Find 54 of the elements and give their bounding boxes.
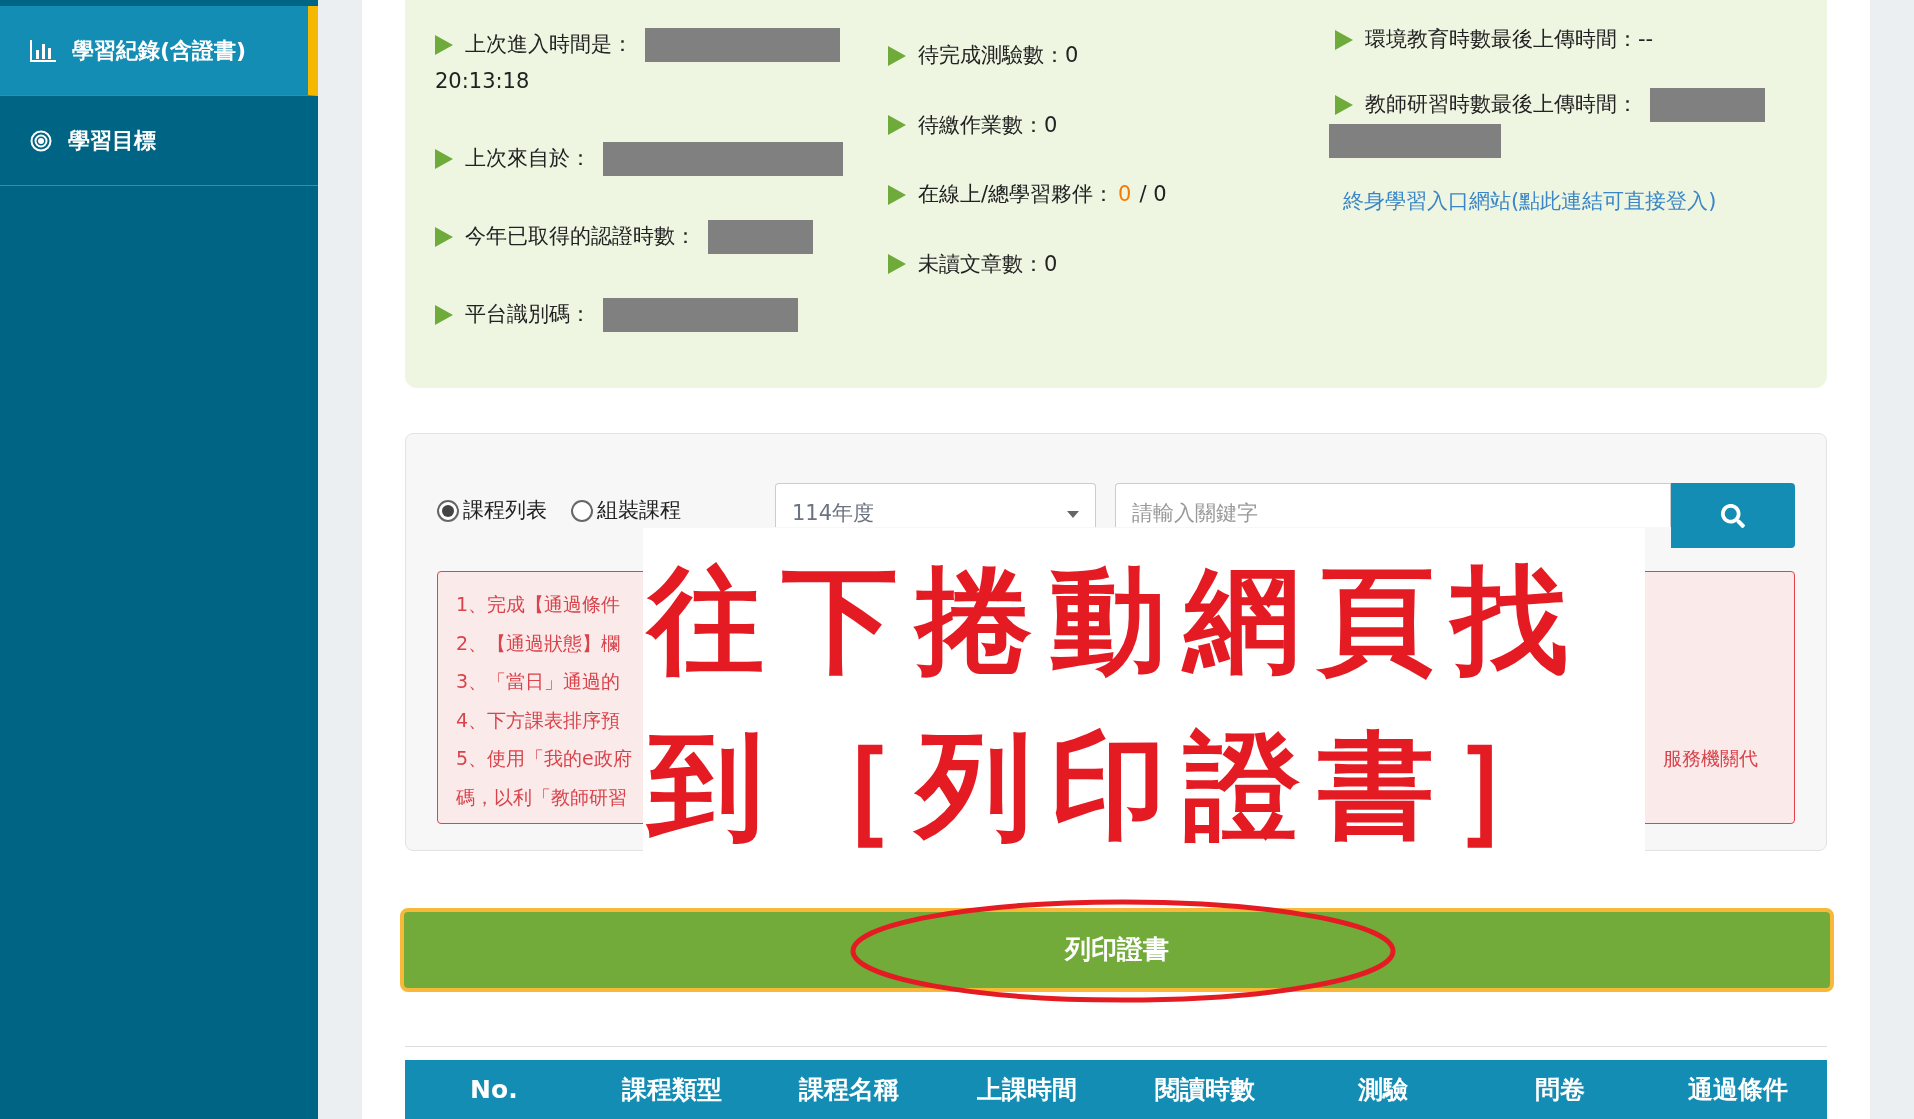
sidebar-item[interactable]: 學習紀錄(含證書) [0, 6, 318, 96]
notice-line: 碼，以利「教師研習 [456, 784, 627, 810]
annotation-text: 到［列印證書］ [648, 716, 1586, 856]
notice-line: 1、完成【通過條件 [456, 592, 621, 618]
triangle-bullet-icon [888, 184, 906, 205]
info-label: 平台識別碼： [465, 300, 591, 328]
notice-line: 服務機關代 [1663, 746, 1758, 772]
notice-line: 5、使用「我的e政府 [456, 746, 632, 772]
triangle-bullet-icon [888, 45, 906, 66]
notice-line: 3、「當日」通過的 [456, 669, 621, 695]
info-label: 教師研習時數最後上傳時間： [1365, 90, 1638, 118]
search-field[interactable]: 請輸入關鍵字 [1115, 483, 1671, 528]
info-label: 待繳作業數：0 [918, 111, 1058, 139]
info-label: 上次來自於： [465, 144, 591, 172]
triangle-bullet-icon [888, 115, 906, 136]
notice-line: 2、【通過狀態】欄 [456, 630, 621, 656]
triangle-bullet-icon [435, 304, 453, 325]
column-header: No. [469, 1073, 519, 1106]
triangle-bullet-icon [1335, 29, 1353, 50]
year-select[interactable]: 114年度 [774, 483, 1096, 528]
dropdown-caret-icon [1067, 511, 1079, 519]
target-icon [30, 129, 52, 152]
triangle-bullet-icon [435, 148, 453, 169]
radio-option[interactable]: 課程列表 [437, 495, 547, 527]
print-certificate-button[interactable]: 列印證書 [400, 907, 1834, 992]
triangle-bullet-icon [888, 254, 906, 275]
column-header: 課程名稱 [798, 1073, 901, 1106]
column-header: 課程類型 [620, 1073, 723, 1106]
portal-link[interactable]: 終身學習入口網站(點此連結可直接登入) [1343, 185, 1827, 217]
info-label: 未讀文章數：0 [918, 250, 1058, 278]
radio-option[interactable]: 組裝課程 [571, 495, 681, 527]
column-header: 通過條件 [1687, 1073, 1790, 1106]
info-label: 上次進入時間是： [465, 31, 633, 59]
radio-icon[interactable] [437, 500, 459, 523]
search-icon [1721, 503, 1745, 528]
search-button[interactable] [1671, 483, 1795, 549]
info-label: 待完成測驗數：0 [918, 42, 1079, 69]
triangle-bullet-icon [435, 35, 453, 55]
sidebar-item[interactable]: 學習目標 [0, 96, 318, 186]
triangle-bullet-icon [435, 226, 453, 247]
info-label: 今年已取得的認證時數： [465, 222, 696, 250]
column-header: 問卷 [1534, 1073, 1587, 1106]
radio-icon[interactable] [571, 500, 593, 523]
column-header: 閱讀時數 [1153, 1073, 1256, 1106]
info-label: 在線上/總學習夥伴： [918, 181, 1115, 208]
notice-line: 4、下方課表排序預 [456, 707, 621, 733]
info-label: 環境教育時數最後上傳時間：-- [1365, 26, 1654, 53]
column-header: 測驗 [1356, 1073, 1409, 1106]
triangle-bullet-icon [1335, 94, 1353, 115]
total-count: / 0 [1139, 181, 1167, 208]
online-count: 0 [1118, 181, 1132, 208]
column-header: 上課時間 [976, 1073, 1079, 1106]
bar-chart-icon [30, 39, 56, 62]
info-value: 20:13:18 [435, 68, 530, 95]
